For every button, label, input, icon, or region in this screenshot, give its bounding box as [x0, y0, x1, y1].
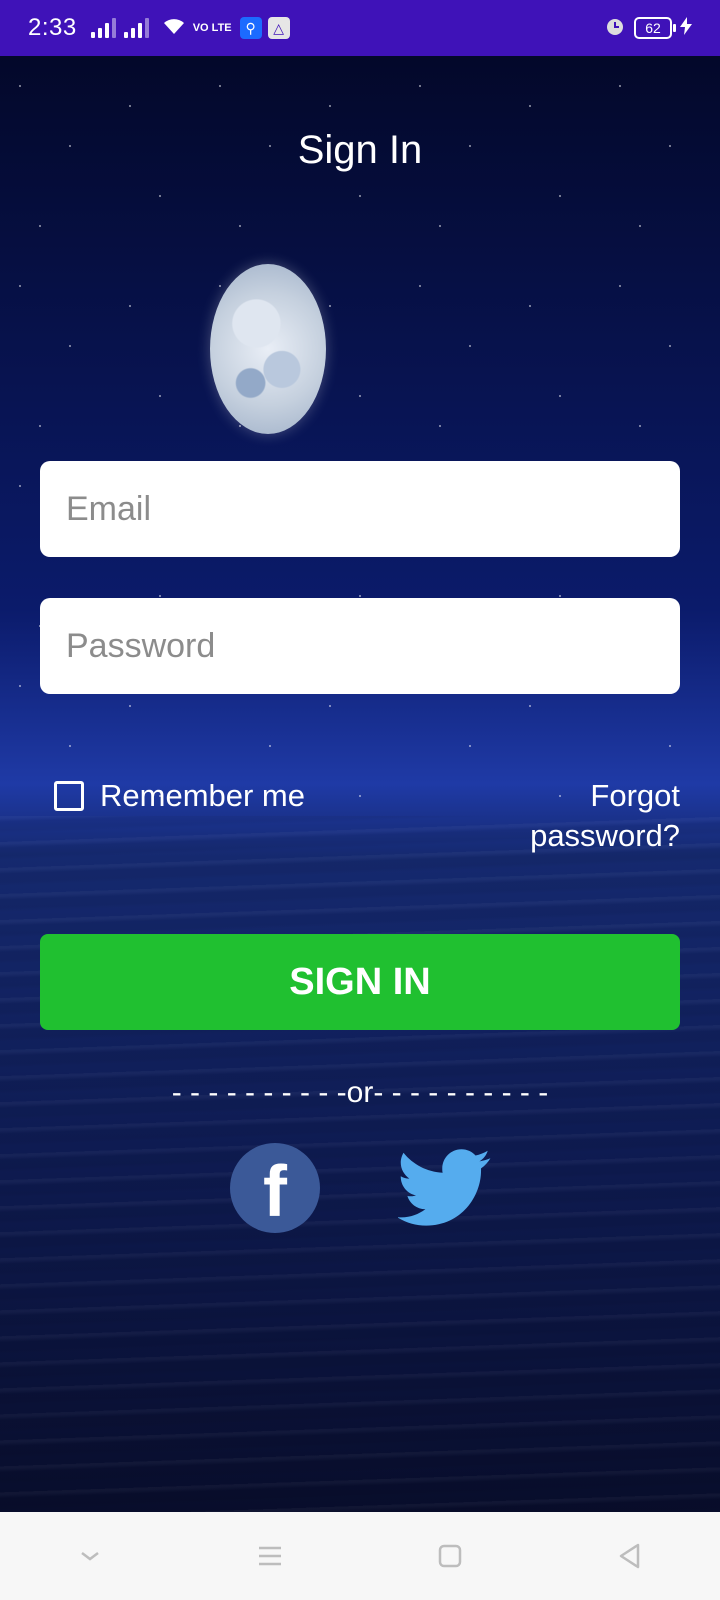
signal-icon	[90, 18, 116, 38]
twitter-button[interactable]	[396, 1148, 492, 1228]
facebook-icon: f	[263, 1152, 287, 1232]
back-triangle-icon	[619, 1543, 640, 1569]
battery-icon: 62	[634, 17, 676, 39]
email-field[interactable]	[40, 461, 680, 557]
chevron-down-icon	[81, 1552, 99, 1561]
sign-in-button[interactable]: SIGN IN	[40, 934, 680, 1030]
forgot-password-link[interactable]: Forgot password?	[490, 776, 680, 856]
charging-icon	[680, 16, 692, 40]
password-field[interactable]	[40, 598, 680, 694]
nav-menu-button[interactable]	[245, 1536, 295, 1576]
volte-icon: VO LTE	[192, 21, 232, 34]
home-square-icon	[438, 1544, 462, 1568]
remember-me[interactable]: Remember me	[54, 778, 305, 814]
twitter-icon	[396, 1149, 491, 1226]
drive-icon: △	[267, 17, 290, 39]
moon-logo	[210, 264, 326, 434]
signal-icon-2	[123, 18, 149, 38]
email-input[interactable]	[64, 488, 656, 530]
usb-icon: ⚲	[239, 17, 262, 39]
facebook-button[interactable]: f	[230, 1143, 320, 1233]
status-bar: 2:33 VO LTE ⚲ △ 62	[0, 0, 720, 56]
or-divider: - - - - - - - - - -or- - - - - - - - - -	[171, 1076, 549, 1109]
nav-home-button[interactable]	[425, 1536, 475, 1576]
alarm-icon	[604, 15, 626, 42]
menu-icon	[259, 1546, 281, 1566]
system-nav-bar	[0, 1512, 720, 1600]
remember-checkbox[interactable]	[54, 781, 84, 811]
wifi-icon	[161, 16, 187, 41]
password-input[interactable]	[64, 625, 656, 667]
status-time: 2:33	[28, 14, 77, 41]
page-title: Sign In	[297, 128, 423, 172]
remember-label: Remember me	[100, 778, 305, 813]
nav-back-button[interactable]	[605, 1536, 655, 1576]
ocean-waves	[0, 816, 720, 1512]
nav-collapse-button[interactable]	[65, 1536, 115, 1576]
